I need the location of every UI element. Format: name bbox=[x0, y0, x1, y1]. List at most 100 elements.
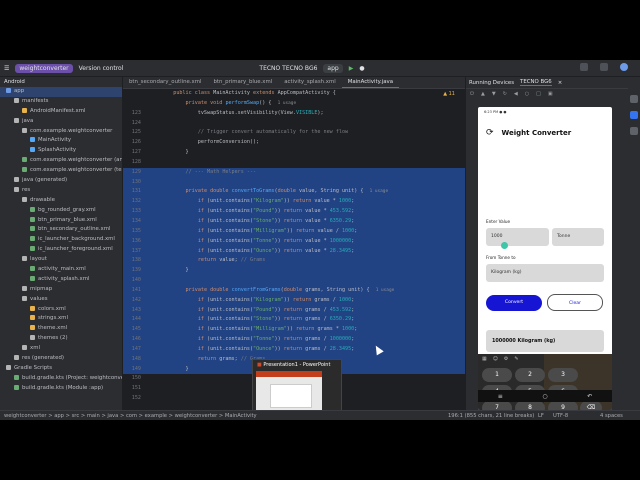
project-tree-item[interactable]: ic_launcher_background.xml bbox=[0, 235, 122, 245]
home-icon[interactable]: ○ bbox=[525, 91, 529, 100]
close-icon[interactable]: × bbox=[558, 80, 563, 86]
device-selector[interactable]: TECNO TECNO BG6 bbox=[259, 65, 317, 72]
backspace-key[interactable]: ⌫ bbox=[580, 401, 602, 410]
project-selector[interactable]: weightconverter bbox=[15, 63, 73, 73]
code-line[interactable]: 123 tvSwapStatus.setVisibility(View.VISI… bbox=[123, 109, 465, 119]
editor-tab[interactable]: MainActivity.java bbox=[341, 77, 400, 88]
project-tree-item[interactable]: com.example.weightconverter (test) bbox=[0, 166, 122, 176]
code-line[interactable]: 140 bbox=[123, 276, 465, 286]
gemini-icon[interactable] bbox=[630, 111, 638, 119]
project-tree-item[interactable]: mipmap bbox=[0, 285, 122, 295]
project-tree-item[interactable]: themes (2) bbox=[0, 334, 122, 344]
project-tree-item[interactable]: java bbox=[0, 117, 122, 127]
target-unit-dropdown[interactable]: Kilogram (kg) bbox=[486, 264, 604, 282]
project-tree-item[interactable]: strings.xml bbox=[0, 314, 122, 324]
project-tree-item[interactable]: values bbox=[0, 295, 122, 305]
project-tree-item[interactable]: com.example.weightconverter bbox=[0, 127, 122, 137]
code-line[interactable]: 147 if (unit.contains("Ounce")) return g… bbox=[123, 344, 465, 355]
code-line[interactable]: 137 if (unit.contains("Ounce")) return v… bbox=[123, 246, 465, 257]
code-line[interactable]: public class MainActivity extends AppCom… bbox=[123, 89, 465, 99]
project-tree-item[interactable]: btn_secondary_outline.xml bbox=[0, 225, 122, 235]
project-tree-item[interactable]: app bbox=[0, 87, 122, 97]
editor-tab[interactable]: btn_primary_blue.xml bbox=[208, 77, 279, 88]
editor-tab[interactable]: btn_secondary_outline.xml bbox=[123, 77, 208, 88]
keyboard-key[interactable]: 1 bbox=[482, 368, 512, 382]
project-tree-item[interactable]: build.gradle.kts (Project: weightconver bbox=[0, 374, 122, 384]
hamburger-menu-icon[interactable]: ☰ bbox=[4, 65, 9, 72]
power-icon[interactable]: ⏻ bbox=[470, 91, 474, 100]
code-line[interactable]: 138 return value; // Grams bbox=[123, 256, 465, 267]
code-line[interactable]: 130 bbox=[123, 177, 465, 188]
keyboard-key[interactable]: 3 bbox=[548, 368, 578, 382]
project-tree-item[interactable]: AndroidManifest.xml bbox=[0, 107, 122, 117]
overview-icon[interactable]: □ bbox=[536, 91, 541, 100]
tab-device[interactable]: TECNO BG6 bbox=[520, 79, 552, 86]
project-tree-item[interactable]: MainActivity bbox=[0, 136, 122, 146]
indent-setting[interactable]: 4 spaces bbox=[600, 411, 623, 420]
project-tree-item[interactable]: theme.xml bbox=[0, 324, 122, 334]
project-tree-item[interactable]: ic_launcher_foreground.xml bbox=[0, 245, 122, 255]
code-line[interactable]: 125 // Trigger convert automatically for… bbox=[123, 128, 465, 138]
project-tree-item[interactable]: SplashActivity bbox=[0, 146, 122, 156]
code-line[interactable]: 135 if (unit.contains("Milligram")) retu… bbox=[123, 226, 465, 237]
volume-down-icon[interactable]: ▼ bbox=[492, 91, 496, 100]
back-icon[interactable]: ◀ bbox=[514, 91, 518, 100]
version-control-menu[interactable]: Version control bbox=[79, 65, 124, 72]
search-icon[interactable] bbox=[580, 63, 588, 71]
screenshot-icon[interactable]: ▣ bbox=[548, 91, 553, 100]
code-line[interactable]: 127 } bbox=[123, 148, 465, 158]
debug-icon[interactable]: ● bbox=[359, 65, 364, 72]
project-tree-item[interactable]: manifests bbox=[0, 97, 122, 107]
code-line[interactable]: 129 // --- Math Helpers --- bbox=[123, 167, 465, 178]
nav-back-icon[interactable]: ↶ bbox=[587, 393, 592, 400]
run-icon[interactable]: ▶ bbox=[349, 65, 354, 72]
text-cursor-handle[interactable] bbox=[501, 242, 508, 249]
breadcrumb[interactable]: weightconverter > app > src > main > jav… bbox=[4, 413, 257, 419]
powerpoint-taskbar-preview[interactable]: ■ Presentation1 - PowerPoint bbox=[252, 359, 342, 417]
code-line[interactable]: 143 if (unit.contains("Pound")) return g… bbox=[123, 305, 465, 316]
code-line[interactable]: 144 if (unit.contains("Stone")) return g… bbox=[123, 315, 465, 326]
code-line[interactable]: 146 if (unit.contains("Tonne")) return g… bbox=[123, 335, 465, 345]
warning-count[interactable]: ▲ 11 bbox=[443, 91, 455, 97]
project-tree-item[interactable]: xml bbox=[0, 344, 122, 354]
code-line[interactable]: 145 if (unit.contains("Milligram")) retu… bbox=[123, 325, 465, 336]
project-tree-item[interactable]: activity_main.xml bbox=[0, 265, 122, 275]
project-tree-item[interactable]: res bbox=[0, 186, 122, 196]
volume-up-icon[interactable]: ▲ bbox=[481, 91, 485, 100]
project-tree-item[interactable]: btn_primary_blue.xml bbox=[0, 216, 122, 226]
project-tree-item[interactable]: colors.xml bbox=[0, 305, 122, 315]
run-config-selector[interactable]: app bbox=[323, 63, 343, 73]
project-view-selector[interactable]: Android bbox=[0, 77, 122, 87]
project-tree-item[interactable]: res (generated) bbox=[0, 354, 122, 364]
project-tree-item[interactable]: Gradle Scripts bbox=[0, 364, 122, 374]
keyboard-key[interactable]: 9 bbox=[548, 401, 578, 410]
code-line[interactable]: private void performSwap() { 1 usage bbox=[123, 99, 465, 109]
code-line[interactable]: 131 private double convertToGrams(double… bbox=[123, 187, 465, 198]
code-line[interactable]: 141 private double convertFromGrams(doub… bbox=[123, 285, 465, 296]
notifications-icon[interactable] bbox=[630, 95, 638, 103]
project-tree-item[interactable]: com.example.weightconverter (androidTest… bbox=[0, 156, 122, 166]
code-line[interactable]: 126 performConversion(); bbox=[123, 138, 465, 148]
project-tree-item[interactable]: drawable bbox=[0, 196, 122, 206]
keyboard-key[interactable]: 7 bbox=[482, 401, 512, 410]
avatar[interactable] bbox=[620, 63, 628, 71]
project-tree-item[interactable]: layout bbox=[0, 255, 122, 265]
rotate-icon[interactable]: ↻ bbox=[503, 91, 507, 100]
code-line[interactable]: 133 if (unit.contains("Pound")) return v… bbox=[123, 207, 465, 217]
convert-button[interactable]: Convert bbox=[486, 295, 542, 311]
device-manager-icon[interactable] bbox=[630, 127, 638, 135]
caret-position[interactable]: 196:1 (855 chars, 21 line breaks) bbox=[448, 411, 534, 420]
nav-recents-icon[interactable]: ≡ bbox=[498, 393, 503, 400]
code-line[interactable]: 142 if (unit.contains("Kilogram")) retur… bbox=[123, 295, 465, 306]
device-screen[interactable]: 6:23 PM ● ● ⟳ Weight Converter Enter Val… bbox=[478, 107, 612, 410]
keyboard-key[interactable]: 2 bbox=[515, 368, 545, 382]
code-line[interactable]: 134 if (unit.contains("Stone")) return v… bbox=[123, 216, 465, 227]
keyboard-key[interactable]: 8 bbox=[515, 401, 545, 410]
project-tree-item[interactable]: activity_splash.xml bbox=[0, 275, 122, 285]
project-tree-item[interactable]: java (generated) bbox=[0, 176, 122, 186]
project-tree-item[interactable]: build.gradle.kts (Module :app) bbox=[0, 384, 122, 394]
code-line[interactable]: 132 if (unit.contains("Kilogram")) retur… bbox=[123, 197, 465, 208]
code-line[interactable]: 128 bbox=[123, 158, 465, 168]
unit-dropdown[interactable]: Tonne bbox=[552, 228, 604, 246]
line-separator[interactable]: LF bbox=[538, 411, 544, 420]
